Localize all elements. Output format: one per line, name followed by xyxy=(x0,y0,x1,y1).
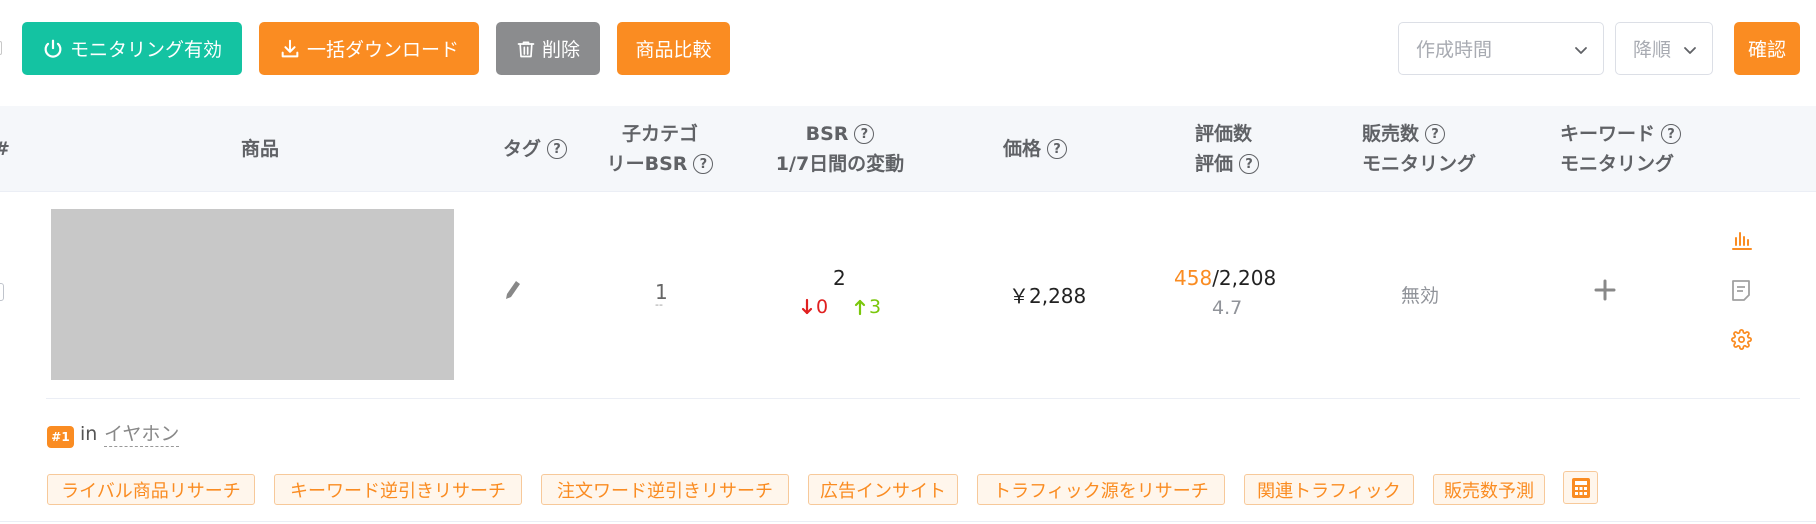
rank-in-label: in xyxy=(80,423,98,445)
column-header-reviews-line1: 評価数 xyxy=(1195,123,1253,145)
column-header-product: 商品 xyxy=(210,106,310,192)
column-header-bsr-line1: BSR xyxy=(805,123,849,145)
column-header-sales-line1: 販売数 xyxy=(1362,123,1420,145)
price-value: ￥2,288 xyxy=(1009,284,1087,308)
plus-icon[interactable] xyxy=(1594,279,1616,301)
arrow-up-icon xyxy=(854,299,866,316)
rank-category-link[interactable]: イヤホン xyxy=(104,423,180,447)
help-icon[interactable]: ? xyxy=(1239,154,1260,174)
calculator-button[interactable] xyxy=(1563,471,1598,504)
tag-traffic-source-research[interactable]: トラフィック源をリサーチ xyxy=(977,474,1225,505)
column-header-tag-label: タグ xyxy=(502,138,541,160)
column-header-keyword-monitoring: キーワード? モニタリング xyxy=(1560,106,1710,192)
tag-order-word-reverse-research[interactable]: 注文ワード逆引きリサーチ xyxy=(541,474,789,505)
sub-category-bsr-sub: -- xyxy=(655,298,663,311)
column-header-keyword-line1: キーワード xyxy=(1560,123,1656,145)
confirm-button[interactable]: 確認 xyxy=(1734,22,1800,75)
bsr-change-down: 0 xyxy=(816,296,829,318)
column-header-keyword-line2: モニタリング xyxy=(1560,153,1675,175)
row-checkbox[interactable] xyxy=(0,283,4,301)
bulk-download-label: 一括ダウンロード xyxy=(306,39,459,61)
column-header-sub-bsr-line1: 子カテゴ xyxy=(621,123,698,145)
bar-chart-icon[interactable] xyxy=(1730,229,1754,251)
sales-monitoring-status: 無効 xyxy=(1401,285,1440,307)
delete-button[interactable]: 削除 xyxy=(496,22,600,75)
review-count[interactable]: 458 xyxy=(1174,266,1212,290)
calculator-icon xyxy=(1571,477,1590,498)
column-header-price: 価格? xyxy=(980,106,1090,192)
column-header-index: # xyxy=(0,106,10,192)
help-icon[interactable]: ? xyxy=(1047,139,1067,159)
column-header-bsr: BSR? 1/7日間の変動 xyxy=(760,106,920,192)
column-header-tag: タグ? xyxy=(490,106,580,192)
power-icon xyxy=(44,39,62,58)
review-total: /2,208 xyxy=(1212,266,1277,290)
enable-monitoring-button[interactable]: モニタリング有効 xyxy=(22,22,242,75)
compare-products-button[interactable]: 商品比較 xyxy=(617,22,730,75)
help-icon[interactable]: ? xyxy=(854,124,875,144)
help-icon[interactable]: ? xyxy=(1425,124,1446,144)
table-header: # 商品 タグ? 子カテゴ リーBSR? BSR? 1/7日間の変動 価格? 評… xyxy=(0,106,1816,192)
tag-keyword-reverse-research[interactable]: キーワード逆引きリサーチ xyxy=(274,474,522,505)
bsr-value: 2 xyxy=(833,266,846,290)
enable-monitoring-label: モニタリング有効 xyxy=(69,39,222,61)
help-icon[interactable]: ? xyxy=(547,139,567,159)
download-icon xyxy=(281,39,299,57)
sort-field-select[interactable]: 作成時間 xyxy=(1398,22,1604,75)
chevron-down-icon xyxy=(1684,47,1696,54)
compare-products-label: 商品比較 xyxy=(635,39,712,61)
review-count-row: 458/2,208 xyxy=(1174,266,1276,290)
gear-icon[interactable] xyxy=(1731,329,1752,350)
row-divider xyxy=(46,398,1800,399)
tag-ad-insight[interactable]: 広告インサイト xyxy=(808,474,958,505)
sort-order-placeholder: 降順 xyxy=(1633,39,1672,61)
product-image[interactable] xyxy=(51,209,454,380)
bulk-download-button[interactable]: 一括ダウンロード xyxy=(259,22,479,75)
toolbar-left-edge xyxy=(0,41,2,55)
rank-badge: #1 xyxy=(47,426,74,448)
bsr-change-up: 3 xyxy=(869,296,882,318)
tag-sales-forecast[interactable]: 販売数予測 xyxy=(1433,474,1545,505)
column-header-sub-bsr-line2: リーBSR xyxy=(606,153,688,175)
tag-rival-research[interactable]: ライバル商品リサーチ xyxy=(47,474,255,505)
notes-icon[interactable] xyxy=(1731,279,1751,301)
pencil-icon[interactable] xyxy=(503,278,523,302)
column-header-sales-line2: モニタリング xyxy=(1362,153,1477,175)
column-header-price-label: 価格 xyxy=(1002,138,1041,160)
column-header-product-label: 商品 xyxy=(240,138,279,160)
help-icon[interactable]: ? xyxy=(693,154,714,174)
table-bottom-border xyxy=(0,521,1816,522)
column-header-index-label: # xyxy=(0,134,10,164)
delete-label: 削除 xyxy=(541,39,580,61)
sort-order-select[interactable]: 降順 xyxy=(1615,22,1713,75)
column-header-reviews: 評価数 評価? xyxy=(1170,106,1290,192)
column-header-reviews-line2: 評価 xyxy=(1195,153,1234,175)
column-header-sub-bsr: 子カテゴ リーBSR? xyxy=(590,106,730,192)
sort-field-placeholder: 作成時間 xyxy=(1416,39,1493,61)
column-header-sales-monitoring: 販売数? モニタリング xyxy=(1362,106,1492,192)
trash-icon xyxy=(517,41,535,57)
tag-related-traffic[interactable]: 関連トラフィック xyxy=(1244,474,1414,505)
arrow-down-icon xyxy=(801,298,813,315)
help-icon[interactable]: ? xyxy=(1661,124,1682,144)
column-header-bsr-line2: 1/7日間の変動 xyxy=(775,153,905,175)
chevron-down-icon xyxy=(1575,47,1587,54)
rating-value: 4.7 xyxy=(1212,297,1243,319)
confirm-label: 確認 xyxy=(1747,39,1786,61)
